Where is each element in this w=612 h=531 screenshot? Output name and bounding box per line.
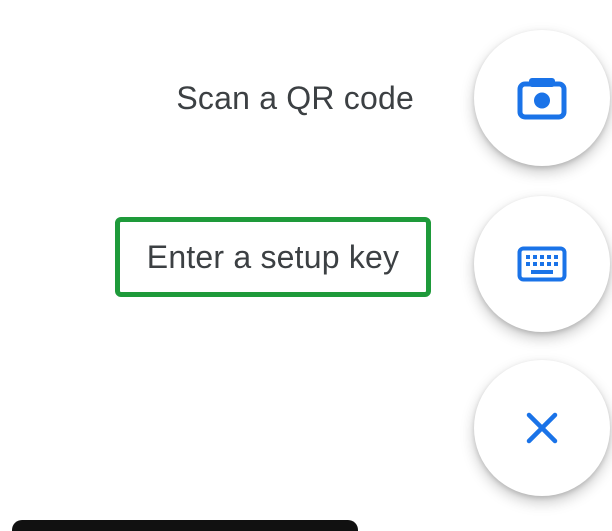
close-icon <box>524 410 560 446</box>
enter-setup-key-label[interactable]: Enter a setup key <box>147 237 399 277</box>
keyboard-icon <box>517 246 567 282</box>
close-menu-button[interactable] <box>474 360 610 496</box>
camera-icon <box>516 76 568 120</box>
enter-setup-key-button[interactable] <box>474 196 610 332</box>
setup-key-highlight: Enter a setup key <box>115 217 431 297</box>
bottom-bar <box>12 520 358 531</box>
scan-qr-code-label[interactable]: Scan a QR code <box>176 78 414 118</box>
add-account-menu: Scan a QR code Enter a setup key <box>0 0 612 531</box>
scan-qr-code-button[interactable] <box>474 30 610 166</box>
